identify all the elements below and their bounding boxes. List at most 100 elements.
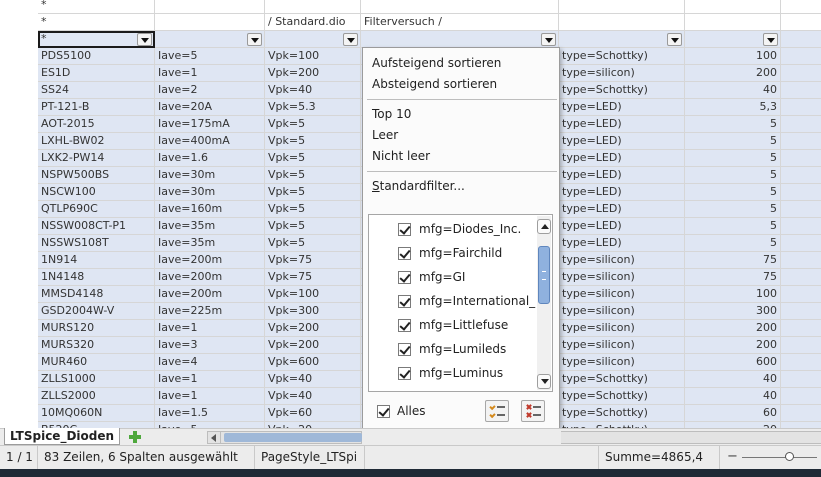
cell-vpk[interactable]: Vpk=60 [265, 405, 361, 422]
cell-iave[interactable]: Iave=20A [155, 99, 265, 116]
cell-value[interactable]: 300 [685, 303, 781, 320]
top10-item[interactable]: Top 10 [372, 104, 411, 124]
cell-part[interactable]: LXHL-BW02 [38, 133, 155, 150]
cell-type[interactable]: type=silicon) [559, 65, 685, 82]
cell-value[interactable]: 40 [685, 388, 781, 405]
cell-value[interactable]: 5 [685, 235, 781, 252]
cell[interactable] [781, 184, 821, 201]
cell[interactable] [781, 48, 821, 65]
autofilter-dropdown-button[interactable] [137, 33, 152, 46]
cell[interactable] [781, 201, 821, 218]
cell-type[interactable]: type=silicon) [559, 303, 685, 320]
cell-type[interactable]: type=silicon) [559, 337, 685, 354]
cell[interactable] [781, 405, 821, 422]
autofilter-dropdown-button[interactable] [247, 33, 262, 46]
cell[interactable] [781, 99, 821, 116]
cell-vpk[interactable]: Vpk=5 [265, 201, 361, 218]
cell-value[interactable]: 75 [685, 252, 781, 269]
value-checkbox[interactable] [398, 367, 411, 380]
cell-vpk[interactable]: Vpk=600 [265, 354, 361, 371]
cell[interactable]: Filterversuch / [361, 14, 559, 31]
cell-value[interactable]: 5 [685, 133, 781, 150]
cell[interactable] [781, 303, 821, 320]
filter-header-cell[interactable] [265, 31, 361, 48]
scroll-down-icon[interactable] [537, 374, 551, 389]
cell-iave[interactable]: Iave=175mA [155, 116, 265, 133]
cell-part[interactable]: NSSW008CT-P1 [38, 218, 155, 235]
cell[interactable] [155, 14, 265, 31]
cell-vpk[interactable]: Vpk=300 [265, 303, 361, 320]
standard-filter-item[interactable]: Standardfilter... [372, 176, 465, 196]
cell-type[interactable]: type=silicon) [559, 252, 685, 269]
cell-iave[interactable]: Iave=30m [155, 184, 265, 201]
cell-type[interactable]: type=Schottky) [559, 48, 685, 65]
cell-value[interactable]: 5 [685, 184, 781, 201]
scroll-up-icon[interactable] [537, 219, 551, 234]
scroll-left-icon[interactable] [208, 432, 221, 443]
cell-value[interactable]: 5 [685, 201, 781, 218]
cell-vpk[interactable]: Vpk=5 [265, 167, 361, 184]
cell-part[interactable]: AOT-2015 [38, 116, 155, 133]
cell-vpk[interactable]: Vpk=5 [265, 218, 361, 235]
cell-iave[interactable]: Iave=1.5 [155, 405, 265, 422]
sort-ascending-item[interactable]: Aufsteigend sortieren [372, 53, 501, 73]
cell-vpk[interactable]: Vpk=40 [265, 371, 361, 388]
list-scrollbar[interactable] [537, 216, 551, 390]
all-checkbox[interactable] [377, 405, 390, 418]
cell[interactable] [781, 252, 821, 269]
cell-iave[interactable]: Iave=1.6 [155, 150, 265, 167]
value-checkbox[interactable] [398, 343, 411, 356]
cell-type[interactable]: type=LED) [559, 235, 685, 252]
cell-iave[interactable]: Iave=200m [155, 269, 265, 286]
cell[interactable] [781, 0, 821, 14]
deselect-all-values-button[interactable] [521, 400, 545, 422]
cell-value[interactable]: 5,3 [685, 99, 781, 116]
autofilter-dropdown-button[interactable] [763, 33, 778, 46]
cell-part[interactable]: QTLP690C [38, 201, 155, 218]
cell[interactable] [781, 286, 821, 303]
cell-value[interactable]: 5 [685, 218, 781, 235]
cell-part[interactable]: NSPW500BS [38, 167, 155, 184]
cell-type[interactable]: type=LED) [559, 99, 685, 116]
cell[interactable] [781, 320, 821, 337]
cell-part[interactable]: 10MQ060N [38, 405, 155, 422]
cell-value[interactable]: 200 [685, 65, 781, 82]
cell-vpk[interactable]: Vpk=200 [265, 320, 361, 337]
cell[interactable] [685, 14, 781, 31]
cell-vpk[interactable]: Vpk=100 [265, 286, 361, 303]
add-sheet-icon[interactable] [128, 430, 142, 444]
cell[interactable] [781, 218, 821, 235]
horizontal-scrollbar[interactable] [207, 431, 362, 444]
filter-value-item[interactable]: mfg=Luminus [369, 362, 539, 386]
select-all-values-button[interactable] [485, 400, 509, 422]
filter-value-item[interactable]: mfg=Fairchild [369, 242, 539, 266]
value-checkbox[interactable] [398, 247, 411, 260]
cell[interactable] [781, 388, 821, 405]
cell-vpk[interactable]: Vpk=200 [265, 337, 361, 354]
filter-header-cell[interactable]: * [38, 31, 155, 48]
cell-iave[interactable]: Iave=200m [155, 286, 265, 303]
cell-vpk[interactable]: Vpk=75 [265, 252, 361, 269]
cell-part[interactable]: MURS320 [38, 337, 155, 354]
cell-type[interactable]: type=silicon) [559, 286, 685, 303]
cell-value[interactable]: 100 [685, 48, 781, 65]
cell-iave[interactable]: Iave=35m [155, 218, 265, 235]
cell-iave[interactable]: Iave=1 [155, 65, 265, 82]
cell[interactable]: * [38, 14, 155, 31]
cell-value[interactable]: 40 [685, 371, 781, 388]
autofilter-dropdown-button[interactable] [343, 33, 358, 46]
value-checkbox[interactable] [398, 223, 411, 236]
cell[interactable] [781, 269, 821, 286]
cell-part[interactable]: MMSD4148 [38, 286, 155, 303]
cell[interactable] [781, 82, 821, 99]
cell[interactable] [559, 0, 685, 14]
cell-part[interactable]: SS24 [38, 82, 155, 99]
cell[interactable] [361, 0, 559, 14]
cell-value[interactable]: 200 [685, 337, 781, 354]
cell-iave[interactable]: Iave=225m [155, 303, 265, 320]
zoom-slider-knob[interactable] [785, 452, 794, 461]
scroll-thumb[interactable] [538, 246, 550, 304]
cell[interactable] [781, 337, 821, 354]
cell-iave[interactable]: Iave=2 [155, 82, 265, 99]
cell-value[interactable]: 60 [685, 405, 781, 422]
